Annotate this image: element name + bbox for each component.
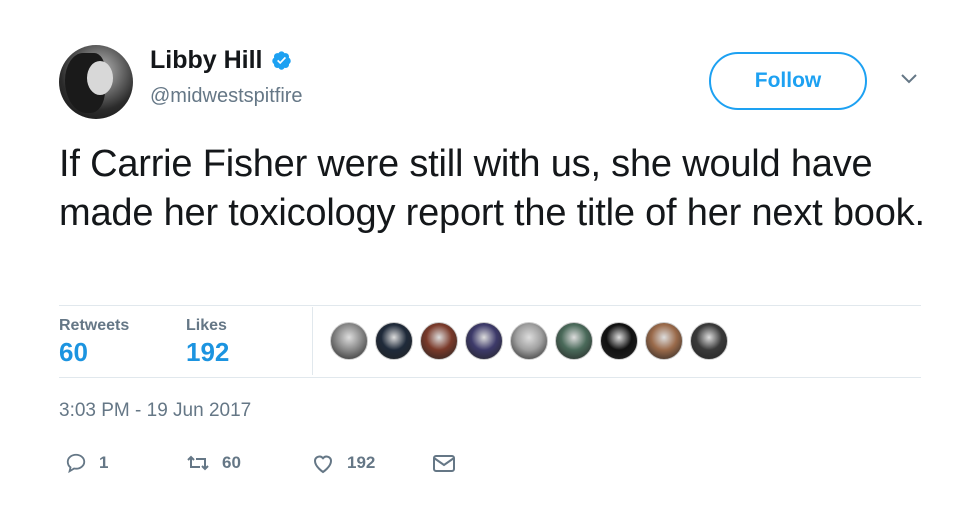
reply-icon (66, 453, 86, 474)
user-name[interactable]: Libby Hill (150, 46, 263, 75)
likes-count[interactable]: 192 (186, 337, 229, 368)
liker-avatar-1[interactable] (330, 322, 368, 360)
likers-avatars (330, 322, 735, 360)
liker-avatar-5[interactable] (510, 322, 548, 360)
chevron-down-icon[interactable] (900, 72, 918, 86)
like-button[interactable]: 192 (311, 452, 375, 474)
heart-icon (313, 455, 333, 474)
verified-badge-icon (271, 51, 291, 70)
direct-message-button[interactable] (432, 452, 468, 474)
tweet-text: If Carrie Fisher were still with us, she… (59, 143, 925, 234)
user-name-row[interactable]: Libby Hill (150, 46, 292, 75)
avatar[interactable] (59, 45, 133, 119)
liker-avatar-2[interactable] (375, 322, 413, 360)
envelope-icon (433, 455, 455, 472)
retweet-count: 60 (222, 453, 241, 472)
reply-count: 1 (99, 453, 109, 472)
timestamp[interactable]: 3:03 PM - 19 Jun 2017 (59, 400, 251, 422)
liker-avatar-9[interactable] (690, 322, 728, 360)
follow-button[interactable]: Follow (709, 52, 867, 110)
liker-avatar-3[interactable] (420, 322, 458, 360)
user-handle[interactable]: @midwestspitfire (150, 85, 303, 108)
retweets-label[interactable]: Retweets (59, 317, 129, 335)
reply-button[interactable]: 1 (65, 452, 108, 474)
retweet-icon (187, 455, 209, 471)
liker-avatar-8[interactable] (645, 322, 683, 360)
liker-avatar-4[interactable] (465, 322, 503, 360)
likes-label[interactable]: Likes (186, 317, 227, 335)
avatar-face (87, 61, 113, 95)
retweets-count[interactable]: 60 (59, 337, 88, 368)
divider-bottom (59, 377, 921, 378)
liker-avatar-6[interactable] (555, 322, 593, 360)
stats-separator (312, 307, 313, 375)
retweet-button[interactable]: 60 (186, 452, 241, 474)
divider-top (59, 305, 921, 306)
like-count: 192 (347, 453, 376, 472)
liker-avatar-7[interactable] (600, 322, 638, 360)
